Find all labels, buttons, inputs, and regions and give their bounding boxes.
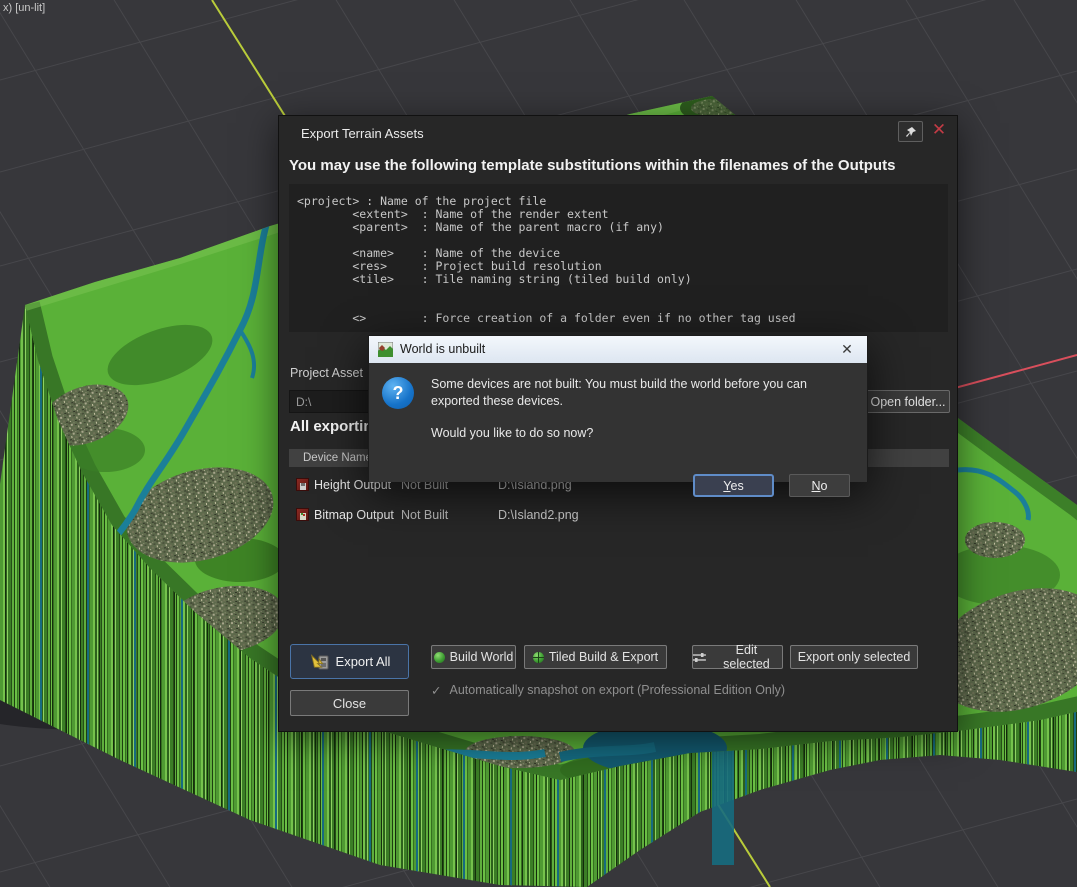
edit-selected-label: Edit selected <box>711 643 782 671</box>
template-substitutions-text: <project> : Name of the project file <ex… <box>297 195 940 325</box>
pin-icon <box>905 126 917 138</box>
export-all-label: Export All <box>336 654 391 669</box>
template-substitutions-panel: <project> : Name of the project file <ex… <box>289 184 948 332</box>
yes-label: Y <box>723 479 730 493</box>
bitmap-output-device-icon <box>296 508 309 521</box>
export-all-button[interactable]: Export All <box>290 644 409 679</box>
yes-button[interactable]: Yes <box>693 474 774 497</box>
question-mark-icon: ? <box>382 377 414 409</box>
checkmark-icon: ✓ <box>431 683 441 698</box>
table-row[interactable]: Bitmap Output Not Built D:\Island2.png <box>289 502 949 528</box>
height-output-device-icon <box>296 478 309 491</box>
no-label-rest: o <box>821 479 828 493</box>
modal-body: ? Some devices are not built: You must b… <box>369 363 867 482</box>
device-status: Not Built <box>401 502 448 528</box>
build-world-label: Build World <box>450 650 514 664</box>
tiled-build-export-button[interactable]: Tiled Build & Export <box>524 645 667 669</box>
close-button[interactable]: Close <box>290 690 409 716</box>
modal-message: Some devices are not built: You must bui… <box>431 376 843 410</box>
tiled-build-export-label: Tiled Build & Export <box>549 650 658 664</box>
tiled-green-sphere-icon <box>533 652 544 663</box>
modal-titlebar[interactable]: World is unbuilt ✕ <box>369 336 867 363</box>
viewport-shading-label: x) [un-lit] <box>3 2 45 14</box>
modal-question: Would you like to do so now? <box>431 426 593 440</box>
template-substitutions-heading: You may use the following template subst… <box>289 157 895 174</box>
application-window: x) [un-lit] Export Terrain Assets ✕ You … <box>0 0 1077 887</box>
sliders-icon <box>693 652 706 663</box>
green-sphere-icon <box>434 652 445 663</box>
dialog-title: Export Terrain Assets <box>301 126 424 141</box>
no-button[interactable]: No <box>789 474 850 497</box>
export-only-selected-button[interactable]: Export only selected <box>790 645 918 669</box>
device-export-path: D:\Island2.png <box>498 502 579 528</box>
terrain-thumbnail-icon <box>378 342 393 357</box>
yes-label-rest: es <box>731 479 744 493</box>
snapshot-label: Automatically snapshot on export (Profes… <box>449 683 785 698</box>
modal-close-icon[interactable]: ✕ <box>837 340 857 359</box>
open-folder-button[interactable]: Open folder... <box>866 390 950 413</box>
no-label: N <box>812 479 821 493</box>
modal-title: World is unbuilt <box>400 342 485 356</box>
snapshot-checkbox[interactable]: ✓ Automatically snapshot on export (Prof… <box>431 683 785 698</box>
export-device-arrow-icon <box>309 651 331 673</box>
project-asset-label: Project Asset <box>290 366 363 380</box>
build-world-button[interactable]: Build World <box>431 645 516 669</box>
close-icon[interactable]: ✕ <box>929 120 949 140</box>
world-is-unbuilt-dialog: World is unbuilt ✕ ? Some devices are no… <box>368 335 868 482</box>
device-name: Bitmap Output <box>314 502 394 528</box>
pin-button[interactable] <box>898 121 923 142</box>
edit-selected-button[interactable]: Edit selected <box>692 645 783 669</box>
